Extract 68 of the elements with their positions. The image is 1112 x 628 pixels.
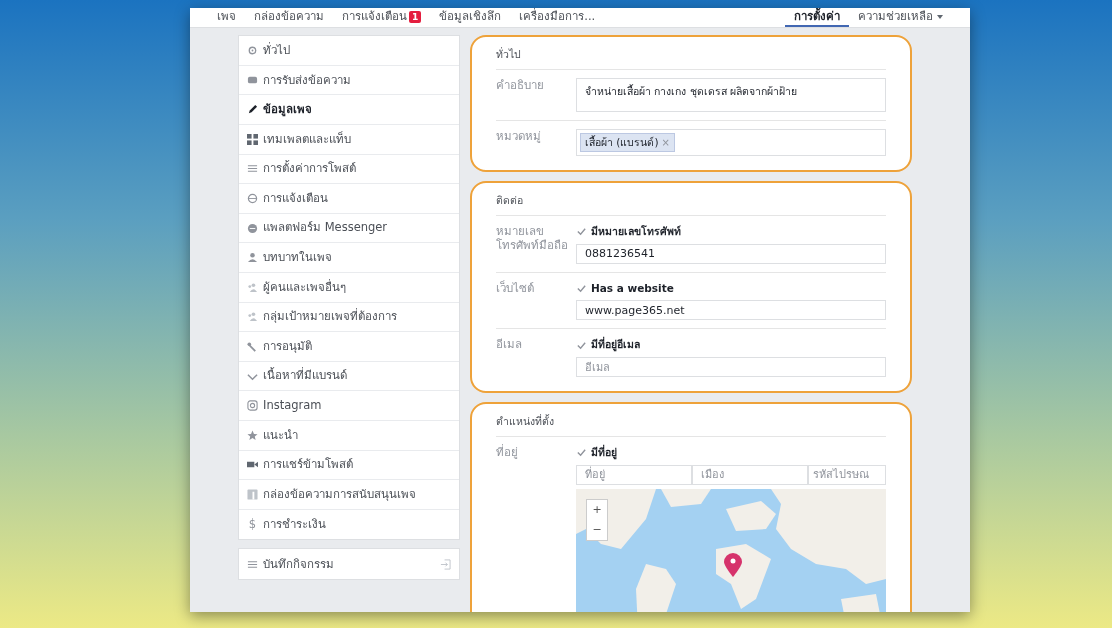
nav-tab[interactable]: การแจ้งเตือน 1	[333, 8, 431, 28]
camera-icon	[247, 400, 258, 412]
checkbox[interactable]: Has a website	[576, 280, 886, 297]
wrench-icon	[247, 341, 258, 352]
notification-count: 1	[409, 10, 422, 23]
input-field[interactable]: อีเมล	[576, 357, 886, 377]
field-label: คำอธิบาย	[496, 78, 545, 94]
sidebar-item[interactable]: ทั่วไป	[239, 36, 459, 66]
input-field[interactable]: ที่อยู่	[576, 464, 692, 485]
sidebar-item[interactable]: Instagram	[239, 391, 459, 421]
list-icon	[247, 163, 258, 175]
sidebar-item[interactable]: การรับส่งข้อความ	[239, 65, 459, 96]
checkbox[interactable]: มีที่อยู่	[576, 444, 886, 461]
check-mark-icon	[576, 447, 587, 459]
sidebar-item[interactable]: บทบาทในเพจ	[239, 243, 459, 273]
nav-tab[interactable]: เพจ	[208, 8, 245, 28]
input-field[interactable]: เมือง	[692, 464, 808, 485]
square-logo-icon	[247, 488, 258, 500]
check-mark-icon	[576, 282, 587, 294]
sidebar-item[interactable]: แพลตฟอร์ม Messenger	[239, 213, 459, 244]
sidebar-item[interactable]: เทมเพลตและแท็บ	[239, 125, 459, 155]
exit-icon[interactable]	[440, 558, 451, 570]
field-label: หมายเลขโทรศัพท์มือถือ	[496, 223, 569, 255]
sidebar-item[interactable]: การตั้งค่าการโพสต์	[239, 154, 459, 185]
grid-icon	[247, 133, 258, 145]
field-label: อีเมล	[496, 337, 523, 354]
sidebar-item[interactable]: ข้อมูลเพจ	[239, 95, 459, 126]
person-icon	[247, 252, 258, 264]
section-title: ทั่วไป	[496, 43, 886, 70]
tag-input[interactable]: เสื้อผ้า (แบรนด์) ×	[576, 129, 886, 156]
field-label: หมวดหมู่	[496, 129, 542, 145]
sidebar-item[interactable]: ผู้คนและเพจอื่นๆ	[239, 273, 459, 303]
sidebar-item[interactable]: บันทึกกิจกรรม	[239, 549, 459, 579]
star-icon	[247, 429, 258, 441]
sidebar-item[interactable]: การอนุมัติ	[239, 332, 459, 362]
checkbox[interactable]: มีที่อยู่อีเมล	[576, 337, 886, 353]
sidebar-item[interactable]: เนื้อหาที่มีแบรนด์	[239, 361, 459, 392]
input-field[interactable]: www.page365.net	[576, 300, 886, 321]
people-icon	[247, 311, 258, 323]
people-icon	[247, 281, 258, 293]
list-icon	[247, 558, 258, 570]
gear-icon	[247, 45, 258, 57]
check-mark-icon	[576, 226, 587, 238]
sidebar-item[interactable]: $ การชำระเงิน	[239, 509, 459, 540]
tag-chip: เสื้อผ้า (แบรนด์) ×	[580, 133, 675, 152]
field-label: ที่อยู่	[496, 444, 519, 461]
pencil-icon	[247, 104, 258, 116]
nav-tab[interactable]: กล่องข้อความ	[245, 8, 333, 28]
dollar-icon: $	[247, 515, 258, 534]
text-area[interactable]: จำหน่ายเสื้อผ้า กางเกง ชุดเดรส ผลิตจากผ้าฝ้าย	[576, 78, 886, 112]
sidebar-item[interactable]: กลุ่มเป้าหมายเพจที่ต้องการ	[239, 302, 459, 333]
sidebar-item[interactable]: การแจ้งเตือน	[239, 184, 459, 214]
sidebar-item[interactable]: การแชร์ข้ามโพสต์	[239, 450, 459, 481]
nav-tab[interactable]: เครื่องมือการ...	[510, 8, 605, 28]
checkbox[interactable]: มีหมายเลขโทรศัพท์	[576, 223, 886, 240]
sidebar-item[interactable]: กล่องข้อความการสนับสนุนเพจ	[239, 480, 459, 510]
nav-tab[interactable]: การตั้งค่า	[785, 8, 849, 28]
map-pin-icon	[724, 552, 742, 577]
chat-icon	[247, 74, 258, 86]
section-title: ติดต่อ	[496, 189, 886, 216]
input-field[interactable]: รหัสไปรษณ	[808, 464, 886, 485]
help-menu[interactable]: ความช่วยเหลือ	[849, 8, 952, 28]
section-title: ตำแหน่งที่ตั้ง	[496, 410, 886, 437]
check-mark-icon	[576, 339, 587, 351]
field-label: เว็บไซต์	[496, 280, 535, 297]
nav-tab[interactable]: ข้อมูลเชิงลึก	[430, 8, 511, 28]
sidebar-item[interactable]: แนะนำ	[239, 420, 459, 451]
input-field[interactable]: 0881236541	[576, 243, 886, 264]
